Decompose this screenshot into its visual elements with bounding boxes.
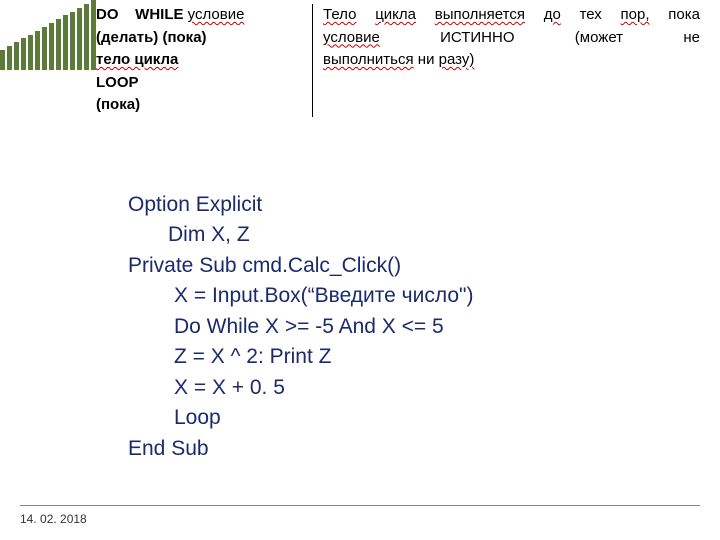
decorative-bars (0, 0, 98, 70)
d-w: пор, (621, 4, 650, 27)
code-line: Dim X, Z (128, 220, 473, 250)
d-w: условие (323, 27, 380, 50)
d-w: ИСТИННО (440, 27, 514, 50)
d-w: тех (580, 4, 602, 27)
hint-do: (делать) (96, 29, 158, 46)
description-column: Тело цикла выполняется до тех пор, пока … (313, 4, 700, 117)
d-w: разу) (439, 51, 475, 68)
d-w: цикла (375, 4, 416, 27)
syntax-description-row: DO WHILE условие (делать) (пока) тело ци… (96, 4, 700, 117)
body-text: тело цикла (96, 51, 178, 68)
footer-divider (20, 505, 700, 506)
code-line: Z = X ^ 2: Print Z (128, 342, 473, 372)
d-w: Тело (323, 4, 356, 27)
code-line: Loop (128, 403, 473, 433)
kw-do: DO (96, 6, 119, 23)
code-line: X = X + 0. 5 (128, 373, 473, 403)
hint-while: (пока) (162, 29, 206, 46)
d-w: пока (668, 4, 700, 27)
syntax-column: DO WHILE условие (делать) (пока) тело ци… (96, 4, 313, 117)
code-line: Option Explicit (128, 190, 473, 220)
code-block: Option Explicit Dim X, Z Private Sub cmd… (128, 190, 473, 464)
d-w: выполняется (435, 4, 525, 27)
kw-while: WHILE (135, 6, 183, 23)
code-line: Do While X >= -5 And X <= 5 (128, 312, 473, 342)
cond-word: условие (188, 6, 245, 23)
code-line: End Sub (128, 434, 473, 464)
code-line: X = Input.Box(“Введите число") (128, 281, 473, 311)
footer-date: 14. 02. 2018 (20, 512, 87, 526)
d-w: выполниться (323, 51, 414, 68)
d-w: ни (418, 51, 435, 68)
d-w: до (544, 4, 561, 27)
hint-loop: (пока) (96, 96, 140, 113)
code-line: Private Sub cmd.Calc_Click() (128, 251, 473, 281)
d-w: (может (575, 27, 623, 50)
kw-loop: LOOP (96, 74, 139, 91)
d-w: не (683, 27, 700, 50)
